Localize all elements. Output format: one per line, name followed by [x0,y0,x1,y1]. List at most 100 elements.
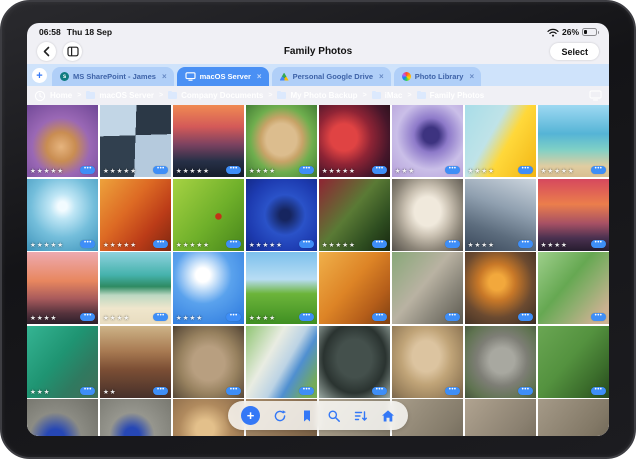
photo-teddy-bear-pastry[interactable]: ★★★★★••• [27,105,98,177]
breadcrumb-item-imac[interactable]: iMac [385,91,403,100]
photo-ring-tailed-lemur[interactable]: ••• [392,252,463,324]
tab-ms-sharepoint-james[interactable]: s MS SharePoint - James × [52,67,174,86]
more-button[interactable]: ••• [591,240,606,248]
more-button[interactable]: ••• [226,387,241,395]
tab-close-icon[interactable]: × [379,72,384,81]
photo-berry-fruit-platter[interactable]: ★★★★★••• [319,105,390,177]
more-button[interactable]: ••• [299,240,314,248]
sort-button[interactable] [354,409,368,423]
sharepoint-icon: s [60,72,69,81]
photo-sunset-over-lake[interactable]: ★★★★★••• [173,105,244,177]
photo-red-succulent[interactable]: ★★★★★••• [319,179,390,251]
tab-close-icon[interactable]: × [469,72,474,81]
photo-festival-stilt-walkers[interactable]: ••• [246,326,317,398]
star-rating: ★★★★ [468,167,495,175]
photo-raccoon[interactable]: ••• [465,326,536,398]
photo-owl-on-hand[interactable]: ••• [538,252,609,324]
photo-green-meadow[interactable]: ★★★★••• [246,252,317,324]
photo-grid-container: ★★★★★•••★★★★★•••★★★★★•••★★★★•••★★★★★•••★… [27,105,609,436]
photo-glass-office-building[interactable]: ★★★★••• [465,179,536,251]
photo-peacock-by-fence-2[interactable] [100,399,171,436]
more-button[interactable]: ••• [80,387,95,395]
more-button[interactable]: ••• [372,166,387,174]
photo-keepers-on-grass[interactable]: ••• [538,326,609,398]
photo-dark-eagle[interactable]: ••• [319,326,390,398]
more-button[interactable]: ••• [80,313,95,321]
photo-cut-off-photo-4[interactable] [538,399,609,436]
more-button[interactable]: ••• [518,166,533,174]
more-button[interactable]: ••• [591,313,606,321]
photo-giraffe[interactable]: ★★★★••• [246,105,317,177]
select-button[interactable]: Select [550,43,599,60]
more-button[interactable]: ••• [80,166,95,174]
ipad-bezel: 06:58 Thu 18 Sep 26% Family Photos Selec… [0,0,636,459]
photo-beach-waves[interactable]: ★★★★★••• [538,105,609,177]
more-button[interactable]: ••• [226,166,241,174]
gdrive-icon [280,73,289,81]
photo-red-sunset-skyline[interactable]: ★★★★••• [538,179,609,251]
photo-sun-over-sea[interactable]: ★★★★★••• [27,179,98,251]
photo-autumn-maple-leaves[interactable]: ★★★★★••• [100,179,171,251]
photo-tropical-beach[interactable]: ★★★★••• [100,252,171,324]
breadcrumb-item-my-photo-backup[interactable]: My Photo Backup [290,91,357,100]
bookmark-button[interactable] [300,409,314,423]
tab-macos-server[interactable]: macOS Server× [177,67,269,86]
photo-barn-owl[interactable]: ••• [392,179,463,251]
photo-daisy-against-sky[interactable]: ★★★★••• [173,252,244,324]
tab-photo-library[interactable]: Photo Library× [394,67,481,86]
more-button[interactable]: ••• [299,387,314,395]
search-button[interactable] [327,409,341,423]
breadcrumb-item-family-photos[interactable]: Family Photos [430,91,485,100]
photo-skyscrapers-looking-up[interactable]: ★★★★★••• [100,105,171,177]
more-button[interactable]: ••• [153,166,168,174]
more-button[interactable]: ••• [445,166,460,174]
breadcrumb-item-macos-server[interactable]: macOS Server [99,91,154,100]
photo-tortoise-closeup[interactable]: ••• [173,326,244,398]
more-button[interactable]: ••• [372,387,387,395]
more-button[interactable]: ••• [591,166,606,174]
photo-blue-chrysanthemum[interactable]: ★★★★★••• [246,179,317,251]
home-button[interactable] [381,409,395,423]
tab-personal-google-drive[interactable]: Personal Google Drive× [272,67,391,86]
photo-pier-at-sunset[interactable]: ★★★★••• [27,252,98,324]
more-button[interactable]: ••• [372,313,387,321]
more-button[interactable]: ••• [445,240,460,248]
photo-purple-osteospermum[interactable]: ★★★••• [392,105,463,177]
photo-peacock-by-fence-1[interactable] [27,399,98,436]
photo-hippo-in-water[interactable]: ★★★••• [27,326,98,398]
more-button[interactable]: ••• [372,240,387,248]
more-button[interactable]: ••• [591,387,606,395]
more-button[interactable]: ••• [153,387,168,395]
refresh-button[interactable] [273,409,287,423]
more-button[interactable]: ••• [153,240,168,248]
more-button[interactable]: ••• [226,240,241,248]
more-button[interactable]: ••• [518,240,533,248]
photo-green-leaf-ladybug[interactable]: ★★★★★••• [173,179,244,251]
more-button[interactable]: ••• [518,387,533,395]
add-button[interactable]: + [241,406,260,425]
more-button[interactable]: ••• [299,313,314,321]
photo-sunflower[interactable]: ★★★★ ••• [465,105,536,177]
tab-label: MS SharePoint - James [73,72,156,81]
more-button[interactable]: ••• [80,240,95,248]
history-clock-icon[interactable] [34,90,46,102]
more-button[interactable]: ••• [153,313,168,321]
more-button[interactable]: ••• [445,313,460,321]
more-button[interactable]: ••• [226,313,241,321]
breadcrumb-item-home[interactable]: Home [50,91,72,100]
tab-close-icon[interactable]: × [257,72,262,81]
photo-cut-off-photo-3[interactable] [465,399,536,436]
photo-courtyard-bonfire[interactable]: ••• [465,252,536,324]
add-tab-button[interactable]: + [32,68,47,83]
breadcrumb-item-company-documents[interactable]: Company Documents [181,91,263,100]
photo-village-at-dusk[interactable]: ★★••• [100,326,171,398]
more-button[interactable]: ••• [299,166,314,174]
sidebar-toggle-button[interactable] [63,42,82,61]
back-button[interactable] [37,42,56,61]
more-button[interactable]: ••• [518,313,533,321]
photo-autumn-forest-path[interactable]: ••• [319,252,390,324]
tab-close-icon[interactable]: × [162,72,167,81]
breadcrumb-separator: > [159,92,163,99]
more-button[interactable]: ••• [445,387,460,395]
photo-baboon-on-rocks[interactable]: ••• [392,326,463,398]
